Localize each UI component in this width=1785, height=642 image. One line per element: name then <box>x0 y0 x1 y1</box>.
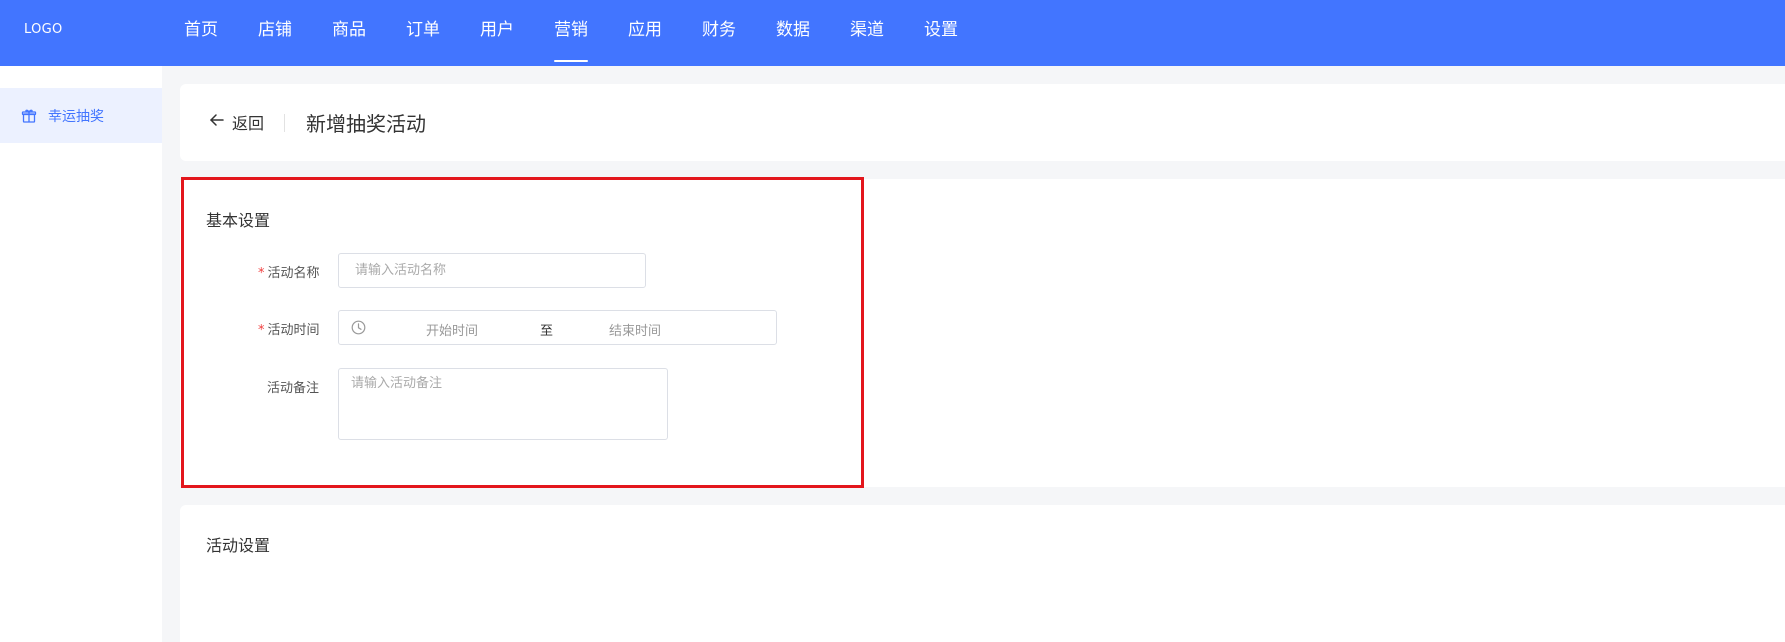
logo[interactable]: LOGO <box>24 22 63 37</box>
back-label: 返回 <box>232 114 265 133</box>
range-separator: 至 <box>540 324 554 339</box>
activity-name-input[interactable] <box>338 253 646 288</box>
nav-item-channels[interactable]: 渠道 <box>850 0 884 66</box>
sidebar-item-label: 幸运抽奖 <box>48 108 104 125</box>
clock-icon <box>351 320 366 339</box>
sidebar-item-lucky-draw[interactable]: 幸运抽奖 <box>0 88 162 143</box>
main-nav: 首页 店铺 商品 订单 用户 营销 应用 财务 数据 渠道 设置 <box>184 0 998 66</box>
page-title: 新增抽奖活动 <box>306 112 426 136</box>
required-mark: * <box>258 323 265 338</box>
top-nav-bar: LOGO 首页 店铺 商品 订单 用户 营销 应用 财务 数据 渠道 设置 <box>0 0 1785 66</box>
nav-item-products[interactable]: 商品 <box>332 0 366 66</box>
activity-settings-title: 活动设置 <box>206 536 271 555</box>
nav-item-users[interactable]: 用户 <box>480 0 514 66</box>
nav-item-apps[interactable]: 应用 <box>628 0 662 66</box>
required-mark: * <box>258 266 265 281</box>
nav-item-settings[interactable]: 设置 <box>924 0 958 66</box>
header-divider <box>284 114 285 132</box>
basic-settings-card: 基本设置 *活动名称 *活动时间 开始时间 至 结束时间 活动备注 <box>180 179 1785 487</box>
arrow-left-icon <box>208 111 226 133</box>
nav-item-orders[interactable]: 订单 <box>406 0 440 66</box>
activity-settings-card: 活动设置 <box>180 505 1785 642</box>
activity-name-label: * 活动名称 <box>258 266 320 281</box>
basic-settings-title: 基本设置 <box>206 211 271 230</box>
sidebar: 幸运抽奖 <box>0 66 162 642</box>
nav-item-home[interactable]: 首页 <box>184 0 218 66</box>
nav-item-store[interactable]: 店铺 <box>258 0 292 66</box>
back-button[interactable]: 返回 <box>208 110 264 134</box>
activity-remark-label: 活动备注 <box>267 381 320 396</box>
activity-remark-textarea[interactable] <box>338 368 668 440</box>
start-time-input[interactable]: 开始时间 <box>426 320 478 339</box>
end-time-input[interactable]: 结束时间 <box>609 320 661 339</box>
page-header: 返回 新增抽奖活动 <box>180 84 1785 161</box>
gift-icon <box>21 108 37 124</box>
nav-item-marketing[interactable]: 营销 <box>554 0 588 66</box>
activity-time-range-picker[interactable]: 开始时间 至 结束时间 <box>338 310 777 345</box>
nav-item-finance[interactable]: 财务 <box>702 0 736 66</box>
activity-time-label: * 活动时间 <box>258 323 320 338</box>
nav-item-data[interactable]: 数据 <box>776 0 810 66</box>
